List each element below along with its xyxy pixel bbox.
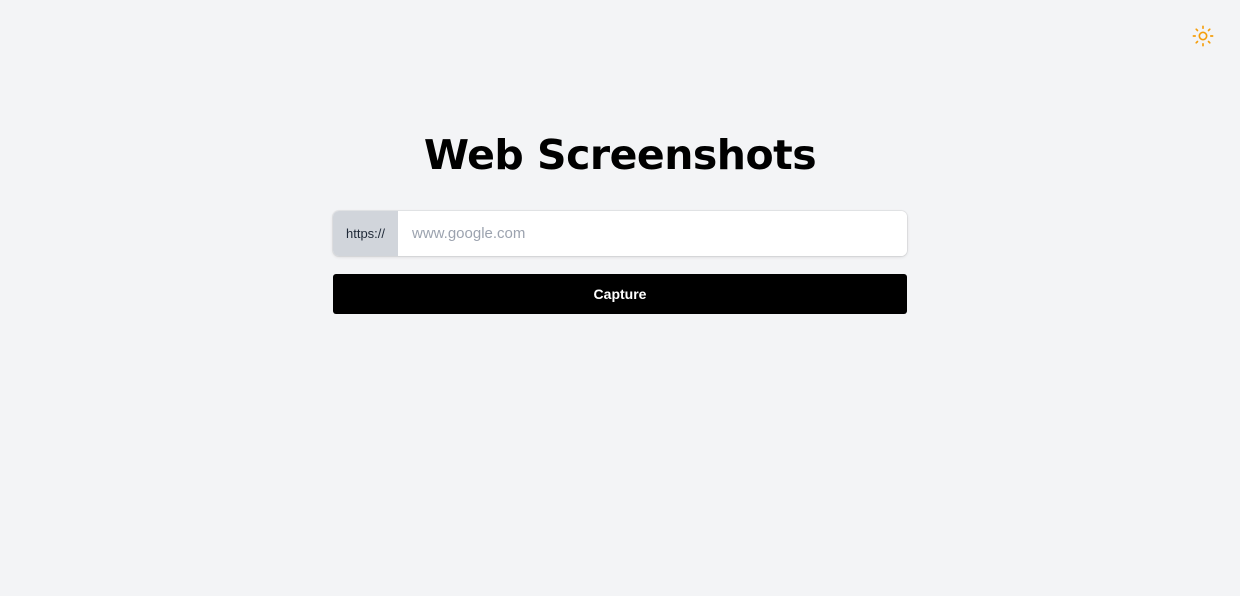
theme-toggle-button[interactable]: [1191, 24, 1215, 48]
url-input[interactable]: [398, 211, 907, 256]
sun-icon: [1192, 25, 1214, 47]
page-title: Web Screenshots: [423, 131, 817, 179]
url-prefix-label: https://: [333, 211, 398, 256]
url-input-group: https://: [333, 211, 907, 256]
capture-button[interactable]: Capture: [333, 274, 907, 314]
page: Web Screenshots https:// Capture: [0, 0, 1240, 596]
